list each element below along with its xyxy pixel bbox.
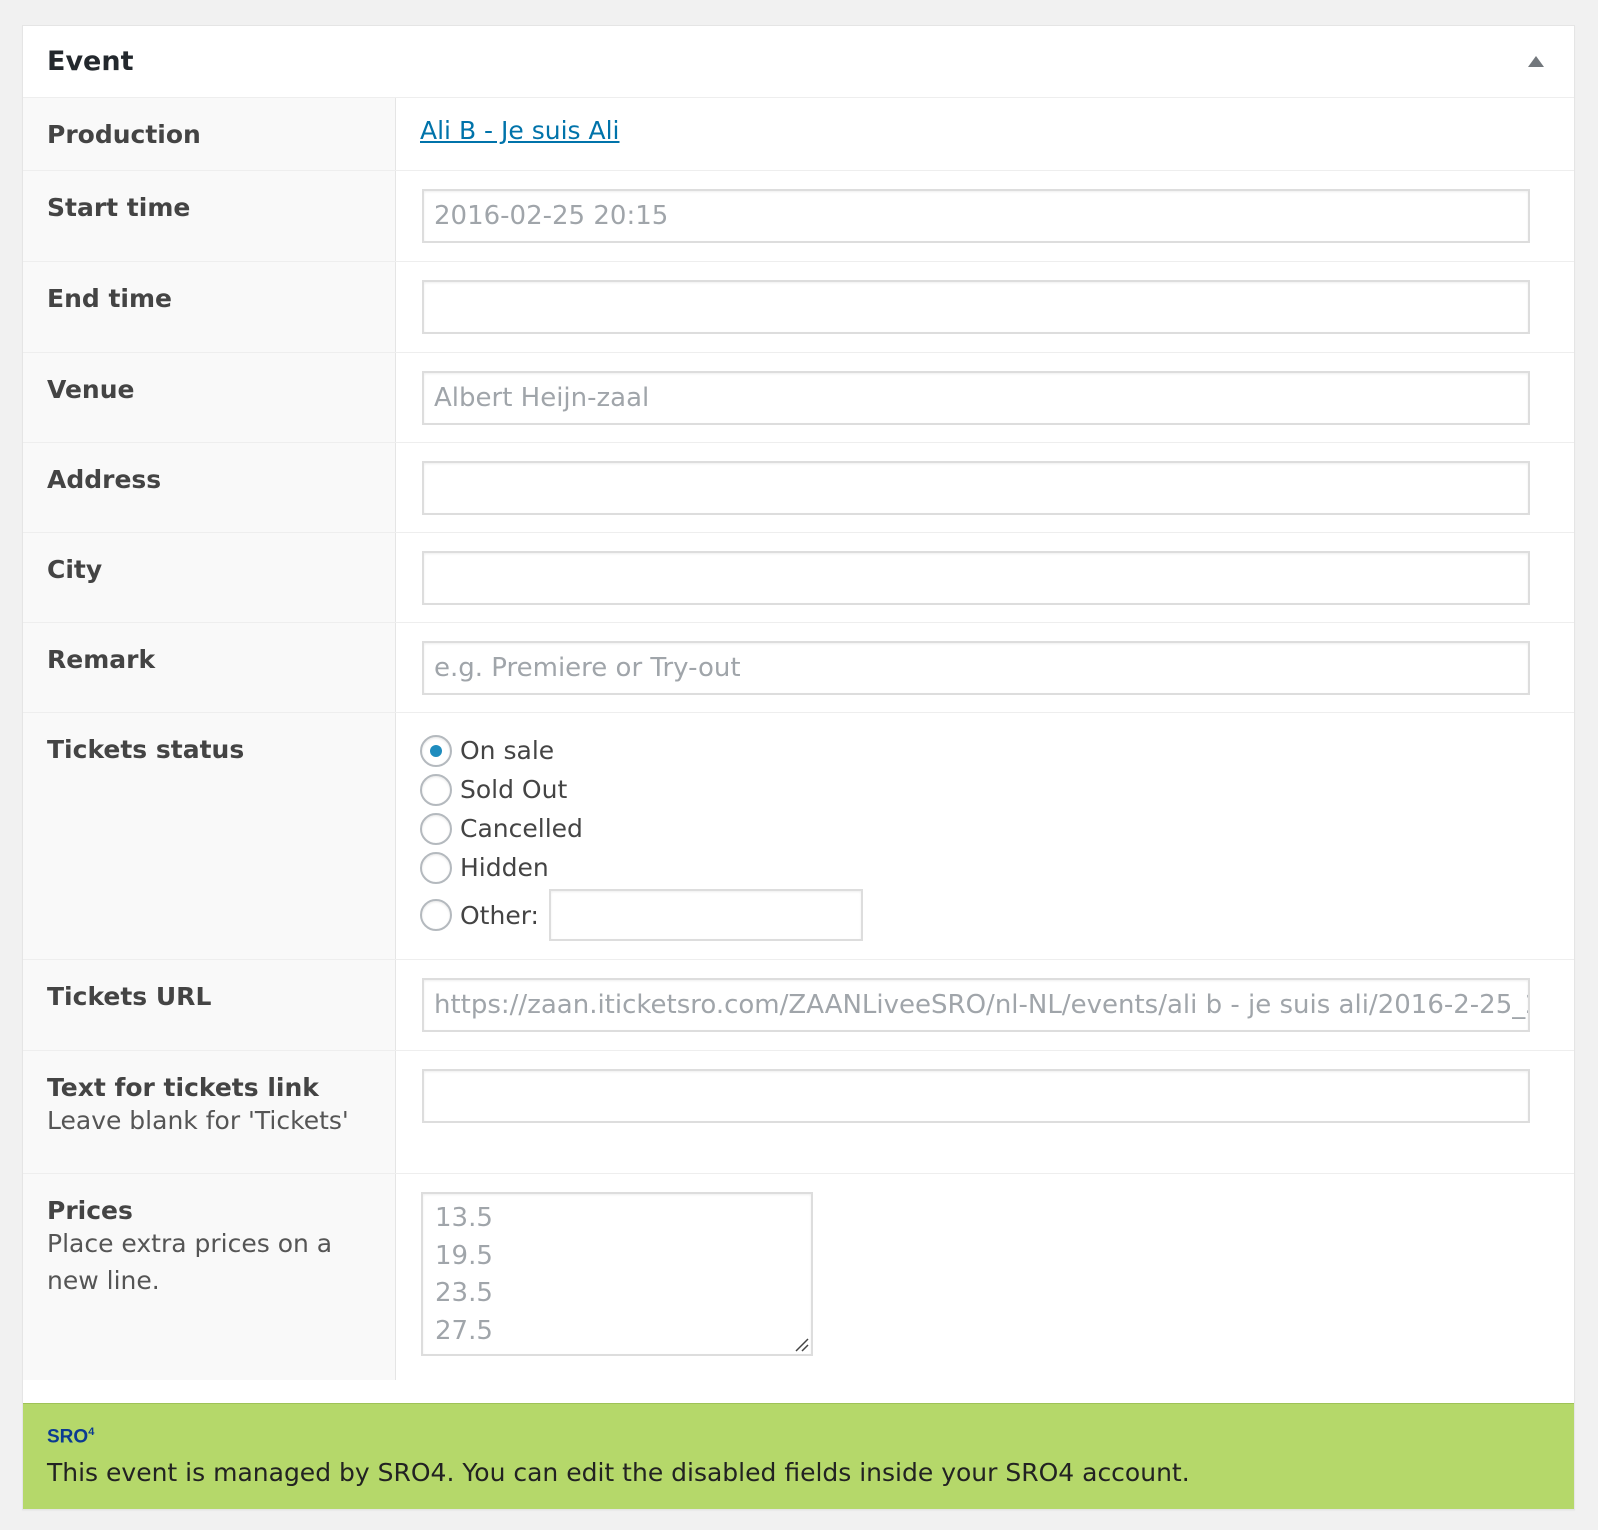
field-cell xyxy=(396,262,1574,352)
row-venue: Venue Albert Heijn-zaal xyxy=(23,353,1574,443)
field-cell xyxy=(396,443,1574,532)
radio-label: Other: xyxy=(460,900,539,930)
radio-button[interactable] xyxy=(420,851,452,884)
row-end-time: End time xyxy=(23,262,1574,353)
radio-label: Hidden xyxy=(460,853,549,882)
prices-hint-line1: Place extra prices on a xyxy=(47,1229,333,1258)
price-line: 13.5 xyxy=(435,1203,493,1233)
venue-input[interactable]: Albert Heijn-zaal xyxy=(422,371,1530,425)
end-time-input[interactable] xyxy=(422,280,1530,334)
row-tickets-link-text: Text for tickets link Leave blank for 'T… xyxy=(23,1051,1574,1174)
start-time-label: Start time xyxy=(47,193,191,222)
field-cell xyxy=(396,533,1574,622)
remark-placeholder: e.g. Premiere or Try-out xyxy=(434,653,741,683)
venue-value: Albert Heijn-zaal xyxy=(434,383,650,413)
sro-logo-sup: 4 xyxy=(88,1426,95,1438)
metabox-title: Event xyxy=(47,46,134,77)
triangle-up-icon[interactable] xyxy=(1528,56,1544,67)
price-line: 19.5 xyxy=(435,1240,493,1271)
event-metabox: Event Production Ali B - Je suis Ali Sta… xyxy=(22,25,1575,1510)
radio-button[interactable] xyxy=(420,773,452,806)
label-cell: City xyxy=(23,533,396,622)
radio-button[interactable] xyxy=(420,734,452,767)
price-line: 27.5 xyxy=(435,1315,493,1346)
tickets-url-input[interactable]: https://zaan.iticketsro.com/ZAANLiveeSRO… xyxy=(422,978,1530,1032)
row-tickets-status: Tickets status On sale Sold Out Cancelle… xyxy=(23,713,1574,960)
row-remark: Remark e.g. Premiere or Try-out xyxy=(23,623,1574,713)
radio-cancelled[interactable]: Cancelled xyxy=(420,809,1552,848)
label-cell: Remark xyxy=(23,623,396,712)
field-cell: https://zaan.iticketsro.com/ZAANLiveeSRO… xyxy=(396,960,1574,1050)
production-link[interactable]: Ali B - Je suis Ali xyxy=(420,116,620,145)
sro-logo: SRO4 xyxy=(47,1426,1550,1448)
row-address: Address xyxy=(23,443,1574,533)
tickets-url-value: https://zaan.iticketsro.com/ZAANLiveeSRO… xyxy=(434,990,1530,1020)
sro-notice: SRO4 This event is managed by SRO4. You … xyxy=(23,1403,1574,1509)
sro-logo-text: SRO xyxy=(47,1426,89,1448)
field-cell: Albert Heijn-zaal xyxy=(396,353,1574,442)
label-cell: Production xyxy=(23,98,396,170)
label-cell: Address xyxy=(23,443,396,532)
label-cell: Tickets status xyxy=(23,713,396,959)
row-start-time: Start time 2016-02-25 20:15 xyxy=(23,171,1574,262)
field-cell: 13.5 19.5 23.5 27.5 xyxy=(396,1174,1574,1380)
remark-label: Remark xyxy=(47,645,156,674)
address-input[interactable] xyxy=(422,461,1530,515)
label-cell: Venue xyxy=(23,353,396,442)
field-cell: Ali B - Je suis Ali xyxy=(396,98,1574,170)
venue-label: Venue xyxy=(47,375,135,404)
radio-hidden[interactable]: Hidden xyxy=(420,848,1552,887)
field-cell: 2016-02-25 20:15 xyxy=(396,171,1574,261)
label-cell: Prices Place extra prices on a new line. xyxy=(23,1174,396,1380)
radio-on-sale[interactable]: On sale xyxy=(420,731,1552,770)
resize-handle-icon[interactable] xyxy=(793,1336,809,1352)
prices-hint-line2: new line. xyxy=(47,1266,160,1295)
row-prices: Prices Place extra prices on a new line.… xyxy=(23,1174,1574,1380)
prices-textarea[interactable]: 13.5 19.5 23.5 27.5 xyxy=(421,1192,813,1356)
metabox-header: Event xyxy=(23,26,1574,98)
city-label: City xyxy=(47,555,103,584)
field-cell: e.g. Premiere or Try-out xyxy=(396,623,1574,712)
radio-button[interactable] xyxy=(420,812,452,845)
radio-other[interactable]: Other: xyxy=(420,887,1552,943)
row-city: City xyxy=(23,533,1574,623)
label-cell: End time xyxy=(23,262,396,352)
field-cell xyxy=(396,1051,1574,1173)
tickets-link-text-label: Text for tickets link xyxy=(47,1073,319,1102)
tickets-url-label: Tickets URL xyxy=(47,982,212,1011)
label-cell: Start time xyxy=(23,171,396,261)
field-cell: On sale Sold Out Cancelled Hidden Other: xyxy=(396,713,1574,959)
production-label: Production xyxy=(47,120,201,149)
other-status-input[interactable] xyxy=(548,889,863,941)
price-line: 23.5 xyxy=(435,1278,493,1308)
row-tickets-url: Tickets URL https://zaan.iticketsro.com/… xyxy=(23,960,1574,1051)
label-cell: Text for tickets link Leave blank for 'T… xyxy=(23,1051,396,1173)
address-label: Address xyxy=(47,465,162,494)
radio-label: On sale xyxy=(460,736,555,765)
label-cell: Tickets URL xyxy=(23,960,396,1050)
row-production: Production Ali B - Je suis Ali xyxy=(23,98,1574,171)
radio-selected-dot xyxy=(430,744,442,757)
radio-label: Cancelled xyxy=(460,814,583,843)
remark-input[interactable]: e.g. Premiere or Try-out xyxy=(422,641,1530,695)
sro-notice-message: This event is managed by SRO4. You can e… xyxy=(47,1458,1190,1488)
tickets-link-text-hint: Leave blank for 'Tickets' xyxy=(47,1106,349,1135)
radio-sold-out[interactable]: Sold Out xyxy=(420,770,1552,809)
tickets-status-label: Tickets status xyxy=(47,735,245,764)
start-time-value: 2016-02-25 20:15 xyxy=(434,201,669,231)
city-input[interactable] xyxy=(422,551,1530,605)
radio-button[interactable] xyxy=(420,899,452,931)
prices-label: Prices xyxy=(47,1196,133,1225)
start-time-input[interactable]: 2016-02-25 20:15 xyxy=(422,189,1530,243)
tickets-link-text-input[interactable] xyxy=(422,1069,1530,1123)
end-time-label: End time xyxy=(47,284,172,313)
radio-label: Sold Out xyxy=(460,775,568,804)
